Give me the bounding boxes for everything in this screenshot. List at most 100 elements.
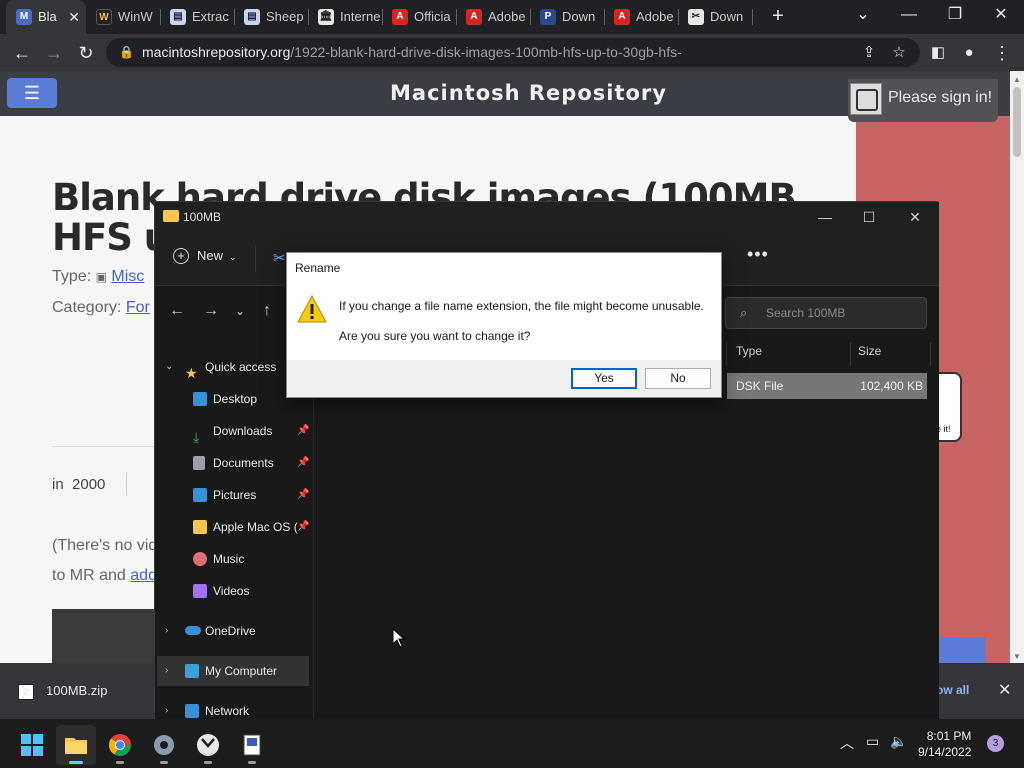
scroll-up-icon[interactable]: ▲ — [1013, 75, 1021, 84]
tab-macintosh-repository[interactable]: M Bla ✕ — [6, 0, 86, 34]
address-bar[interactable]: 🔒 macintoshrepository.org/1922-blank-hard… — [106, 38, 920, 67]
expand-chevron-icon[interactable]: ⌄ — [165, 352, 173, 382]
side-panel-icon[interactable]: ◧ — [924, 39, 952, 67]
sidebar-label: OneDrive — [205, 624, 256, 638]
network-tray-icon[interactable]: ▭ — [866, 733, 879, 750]
hamburger-menu-button[interactable]: ☰ — [7, 78, 57, 108]
restore-button[interactable]: ❐ — [932, 0, 978, 34]
tab-download[interactable]: P Down — [530, 0, 604, 34]
reload-button[interactable]: ↻ — [72, 39, 100, 67]
type-link[interactable]: Misc — [111, 268, 144, 285]
tab-label: Down — [710, 9, 744, 24]
sidebar-item-pictures[interactable]: Pictures 📌 — [155, 480, 311, 510]
sidebar-label: My Computer — [205, 664, 278, 678]
browser-tab-strip: M Bla ✕ W WinW ▤ Extrac ▤ Sheep 🏛 Intern… — [0, 0, 1024, 34]
sidebar-item-documents[interactable]: Documents 📌 — [155, 448, 311, 478]
pin-icon: 📌 — [297, 425, 310, 436]
share-icon[interactable]: ⇪ — [858, 42, 880, 64]
clock-time: 8:01 PM — [926, 729, 972, 743]
taskbar-archive-app[interactable] — [232, 725, 272, 765]
no-button[interactable]: No — [645, 368, 711, 389]
download-item[interactable]: Z 100MB.zip — [18, 683, 107, 700]
tab-adobe-2[interactable]: A Adobe — [604, 0, 678, 34]
explorer-maximize-button[interactable]: ☐ — [847, 206, 891, 228]
back-button[interactable]: ← — [8, 39, 36, 67]
category-meta: Category: For — [52, 299, 150, 317]
search-input[interactable]: ⌕ Search 100MB — [725, 297, 927, 329]
rename-dialog: Rename If you change a file name extensi… — [286, 252, 722, 398]
taskbar-settings[interactable] — [144, 725, 184, 765]
column-header-type[interactable]: Type — [736, 344, 762, 358]
recent-locations-button[interactable]: ⌄ — [235, 304, 245, 318]
url-host: macintoshrepository.org — [142, 44, 291, 60]
expand-chevron-icon[interactable]: › — [165, 616, 168, 646]
menu-kebab-icon[interactable]: ⋮ — [988, 39, 1016, 67]
forward-button[interactable]: → — [40, 39, 68, 67]
nav-up-button[interactable]: ↑ — [263, 302, 271, 320]
dialog-message: If you change a file name extension, the… — [339, 299, 704, 313]
sidebar-item-downloads[interactable]: ⤓ Downloads 📌 — [155, 416, 311, 446]
nav-back-button[interactable]: ← — [169, 302, 185, 320]
site-title[interactable]: Macintosh Repository — [390, 81, 667, 105]
star-icon: ★ — [185, 365, 198, 381]
tab-download-2[interactable]: ✂ Down — [678, 0, 752, 34]
page-scrollbar[interactable]: ▲ ▼ — [1010, 71, 1024, 663]
new-tab-button[interactable]: + — [766, 4, 790, 28]
tab-extract[interactable]: ▤ Extrac — [160, 0, 234, 34]
show-all-button[interactable]: ow all — [936, 683, 969, 697]
tab-sheepshaver[interactable]: ▤ Sheep — [234, 0, 308, 34]
year-info: in 2000 — [52, 476, 105, 493]
adobe-icon: A — [466, 9, 482, 25]
category-link[interactable]: For — [126, 299, 150, 316]
adobe-icon: A — [392, 9, 408, 25]
zip-file-icon: Z — [18, 683, 34, 700]
sidebar-label: Documents — [213, 456, 274, 470]
download-page-icon: ✂ — [688, 9, 704, 25]
system-clock[interactable]: 8:01 PM 9/14/2022 — [918, 728, 971, 760]
side-button[interactable] — [938, 637, 986, 663]
tab-adobe[interactable]: A Adobe — [456, 0, 530, 34]
download-filename: 100MB.zip — [46, 683, 108, 698]
cut-icon[interactable]: ✂ — [273, 249, 286, 267]
scroll-thumb[interactable] — [1013, 87, 1021, 157]
sidebar-item-my-computer[interactable]: › My Computer — [157, 656, 309, 686]
explorer-titlebar: 100MB — ☐ ✕ — [155, 202, 939, 232]
explorer-minimize-button[interactable]: — — [803, 206, 847, 228]
sidebar-item-music[interactable]: Music — [155, 544, 311, 574]
new-button[interactable]: + New ⌄ — [173, 248, 237, 264]
bookmark-star-icon[interactable]: ☆ — [888, 42, 910, 64]
close-download-bar-icon[interactable]: ✕ — [998, 680, 1011, 700]
column-header-size[interactable]: Size — [858, 344, 881, 358]
volume-icon[interactable]: 🔈 — [890, 733, 907, 750]
expand-chevron-icon[interactable]: › — [165, 656, 168, 686]
start-button[interactable] — [12, 725, 52, 765]
sidebar-item-videos[interactable]: Videos — [155, 576, 311, 606]
tab-winworld[interactable]: W WinW — [86, 0, 160, 34]
profile-icon[interactable]: ● — [955, 39, 983, 67]
taskbar-file-explorer[interactable] — [56, 725, 96, 765]
add-link[interactable]: add — [130, 567, 157, 584]
sign-in-button[interactable]: Please sign in! — [848, 79, 998, 122]
minimize-button[interactable]: — — [886, 0, 932, 34]
close-window-button[interactable]: ✕ — [978, 0, 1024, 34]
scroll-down-icon[interactable]: ▼ — [1013, 652, 1021, 661]
yes-button[interactable]: Yes — [571, 368, 637, 389]
taskbar-app-clock[interactable] — [188, 725, 228, 765]
tab-internet-archive[interactable]: 🏛 Interne — [308, 0, 382, 34]
notification-badge[interactable]: 3 — [987, 735, 1004, 752]
close-tab-icon[interactable]: ✕ — [68, 0, 80, 34]
show-hidden-icons-chevron[interactable]: ︿ — [840, 733, 854, 753]
more-options-button[interactable]: ••• — [747, 244, 769, 265]
screenshot-thumbnail[interactable] — [52, 609, 162, 663]
sidebar-item-onedrive[interactable]: › OneDrive — [155, 616, 311, 646]
tab-label: WinW — [118, 9, 153, 24]
nav-forward-button[interactable]: → — [203, 302, 219, 320]
tab-official[interactable]: A Officia — [382, 0, 456, 34]
sidebar-item-apple-mac-os[interactable]: Apple Mac OS ( 📌 — [155, 512, 311, 542]
warning-icon — [297, 295, 327, 323]
explorer-close-button[interactable]: ✕ — [893, 206, 937, 228]
tab-search-button[interactable]: ⌄ — [840, 0, 886, 34]
adobe-icon: A — [614, 9, 630, 25]
file-row[interactable]: DSK File 102,400 KB — [727, 373, 927, 399]
taskbar-chrome[interactable] — [100, 725, 140, 765]
